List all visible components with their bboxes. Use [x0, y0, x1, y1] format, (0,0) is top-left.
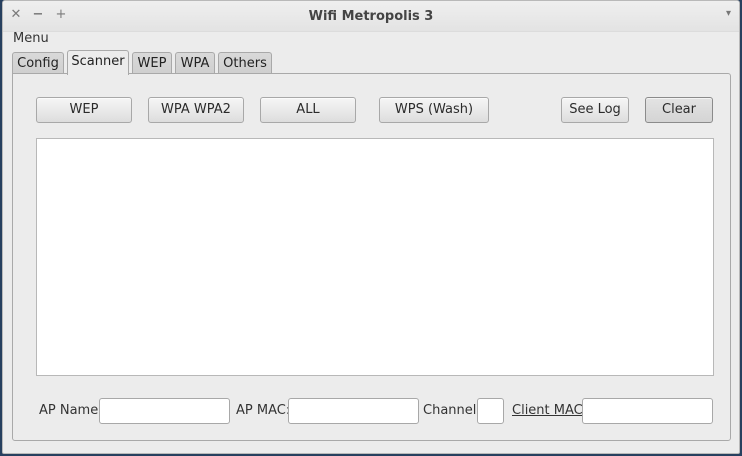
- tab-wep[interactable]: WEP: [132, 52, 172, 74]
- app-window: ✕ − + Wifi Metropolis 3 ▾ Menu Config Sc…: [2, 0, 740, 454]
- channel-label: Channel:: [423, 403, 481, 418]
- window-menu-button[interactable]: ▾: [726, 8, 731, 19]
- ap-name-label: AP Name:: [39, 403, 103, 418]
- scan-wep-button[interactable]: WEP: [36, 97, 132, 123]
- tab-scanner[interactable]: Scanner: [67, 50, 129, 75]
- wps-wash-button[interactable]: WPS (Wash): [379, 97, 489, 123]
- scan-results-area[interactable]: [36, 138, 714, 376]
- tab-config[interactable]: Config: [12, 52, 64, 74]
- menu-item-menu[interactable]: Menu: [13, 31, 49, 46]
- client-mac-input[interactable]: [582, 398, 713, 424]
- window-title: Wifi Metropolis 3: [308, 9, 434, 24]
- title-bar: ✕ − + Wifi Metropolis 3 ▾: [3, 1, 739, 32]
- ap-mac-label: AP MAC:: [236, 403, 291, 418]
- menu-bar: Menu: [13, 31, 49, 47]
- ap-name-input[interactable]: [99, 398, 230, 424]
- clear-button[interactable]: Clear: [645, 97, 713, 123]
- scan-all-button[interactable]: ALL: [260, 97, 356, 123]
- tab-wpa[interactable]: WPA: [175, 52, 215, 74]
- chevron-down-icon: ▾: [725, 8, 731, 19]
- scanner-panel: WEP WPA WPA2 ALL WPS (Wash) See Log Clea…: [12, 73, 731, 441]
- scan-wpa-wpa2-button[interactable]: WPA WPA2: [148, 97, 244, 123]
- tab-others[interactable]: Others: [218, 52, 272, 74]
- client-mac-label: Client MAC:: [512, 403, 588, 418]
- see-log-button[interactable]: See Log: [561, 97, 629, 123]
- ap-mac-input[interactable]: [288, 398, 419, 424]
- channel-input[interactable]: [477, 398, 504, 424]
